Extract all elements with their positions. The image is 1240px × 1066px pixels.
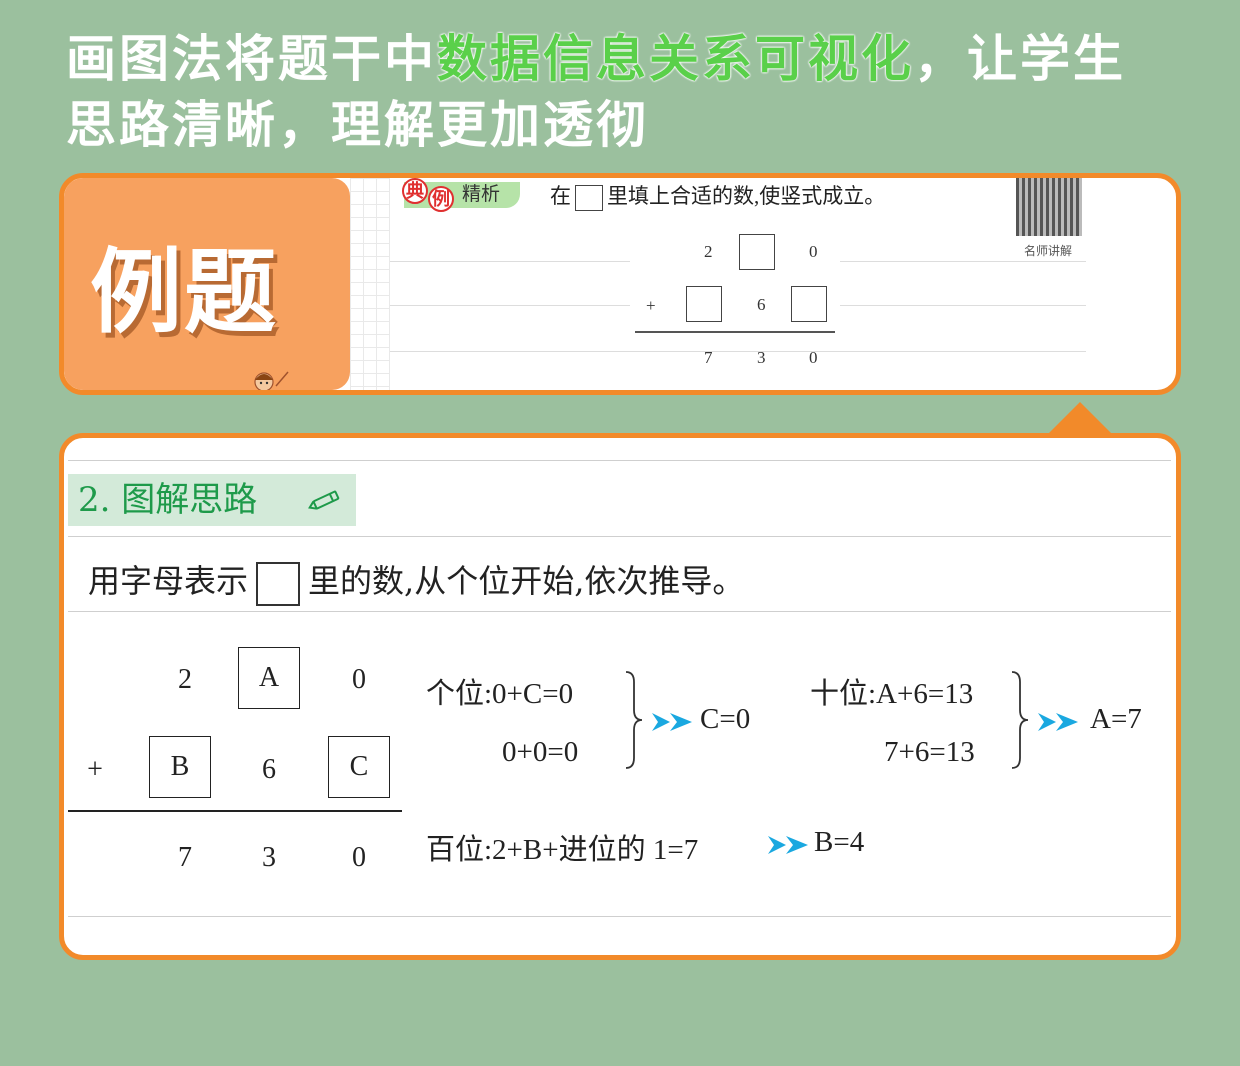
tag-badge-char2: 例: [428, 186, 454, 212]
callout-pointer: [1046, 402, 1114, 436]
question-text-post: 里填上合适的数,使竖式成立。: [607, 184, 886, 208]
blank-box: [256, 561, 301, 606]
divider: [68, 916, 1171, 917]
tens-equation-2: 7+6=13: [884, 736, 975, 768]
example-title: 例题: [90, 239, 279, 346]
right-brace-icon: [1011, 671, 1029, 769]
ones-equation-2: 0+0=0: [502, 736, 579, 768]
grid-paper-strip: [350, 178, 390, 390]
ex-digit: 6: [757, 295, 766, 314]
headline-text-end: ，让学生: [914, 30, 1126, 88]
ex-digit: 2: [704, 242, 713, 261]
ex-blank-box: [686, 286, 722, 322]
ex-digit: 3: [757, 348, 766, 367]
headline-text: 画图法将题干中: [66, 30, 437, 88]
tag-badge: 典 例: [402, 178, 460, 212]
letter-box-c: C: [328, 736, 390, 798]
box-letter: B: [170, 751, 190, 782]
right-brace-icon: [625, 671, 643, 769]
ex-digit: 7: [704, 348, 713, 367]
double-arrow-icon: [652, 713, 692, 731]
tens-equation-1: 十位:A+6=13: [810, 678, 974, 710]
ex-digit: 0: [809, 242, 818, 261]
divider: [68, 536, 1171, 537]
digit: 0: [352, 664, 366, 695]
divider: [68, 460, 1171, 461]
ex-digit: 0: [809, 348, 818, 367]
sum-line: [68, 810, 402, 812]
divider: [68, 611, 1171, 612]
digit: 3: [262, 842, 276, 873]
instruction-text-post: 里的数,从个位开始,依次推导。: [308, 562, 745, 600]
digit: 0: [352, 842, 366, 873]
ones-result: C=0: [700, 703, 751, 735]
ex-sum-line: [635, 331, 835, 333]
qr-code-icon[interactable]: [1016, 178, 1082, 236]
blank-box: [575, 185, 603, 212]
section-title-text: 2. 图解思路: [78, 480, 258, 520]
double-arrow-icon: [768, 836, 808, 854]
qr-label: 名师讲解: [1024, 244, 1073, 258]
question-text-pre: 在: [550, 184, 571, 208]
digit: 7: [178, 842, 192, 873]
example-title-panel: 例题: [64, 178, 350, 390]
ruled-line: [840, 261, 1086, 262]
letter-box-b: B: [149, 736, 211, 798]
ruled-line: [840, 305, 1086, 306]
headline: 画图法将题干中数据信息关系可视化，让学生 思路清晰，理解更加透彻: [66, 26, 1186, 158]
ex-plus-sign: +: [646, 296, 656, 315]
ruled-line: [390, 305, 630, 306]
box-letter: C: [349, 751, 369, 782]
example-question: 在 里填上合适的数,使竖式成立。: [550, 180, 886, 212]
ex-blank-box: [739, 234, 775, 270]
letter-box-a: A: [238, 647, 300, 709]
headline-highlight: 数据信息关系可视化: [437, 30, 914, 88]
solution-card: 2. 图解思路 用字母表示 里的数,从个位开始,依次推导。 2 A 0 + B 6…: [59, 433, 1181, 960]
ruled-line: [390, 351, 1086, 352]
pencil-icon: [308, 490, 340, 510]
instruction: 用字母表示 里的数,从个位开始,依次推导。: [88, 554, 744, 608]
ones-equation-1: 个位:0+C=0: [426, 678, 574, 710]
plus-sign: +: [87, 754, 103, 785]
ex-blank-box: [791, 286, 827, 322]
double-arrow-icon: [1038, 713, 1078, 731]
headline-line2: 思路清晰，理解更加透彻: [66, 96, 649, 154]
example-card: 例题 精析 典 例 在里填上合适的数,使竖式成立。 名师讲解 2 0 + 6 7…: [59, 173, 1181, 395]
ruled-line: [390, 261, 630, 262]
instruction-text-pre: 用字母表示: [88, 562, 249, 600]
digit: 6: [262, 754, 276, 785]
headline-line1: 画图法将题干中数据信息关系可视化，让学生: [66, 26, 1186, 92]
hundreds-equation: 百位:2+B+进位的 1=7: [426, 834, 699, 866]
box-letter: A: [258, 662, 280, 693]
hundreds-result: B=4: [814, 826, 865, 858]
cartoon-kid-icon: [254, 371, 289, 390]
digit: 2: [178, 664, 192, 695]
tens-result: A=7: [1090, 703, 1142, 735]
section-title: 2. 图解思路: [68, 474, 356, 526]
tag-badge-char1: 典: [402, 178, 428, 204]
